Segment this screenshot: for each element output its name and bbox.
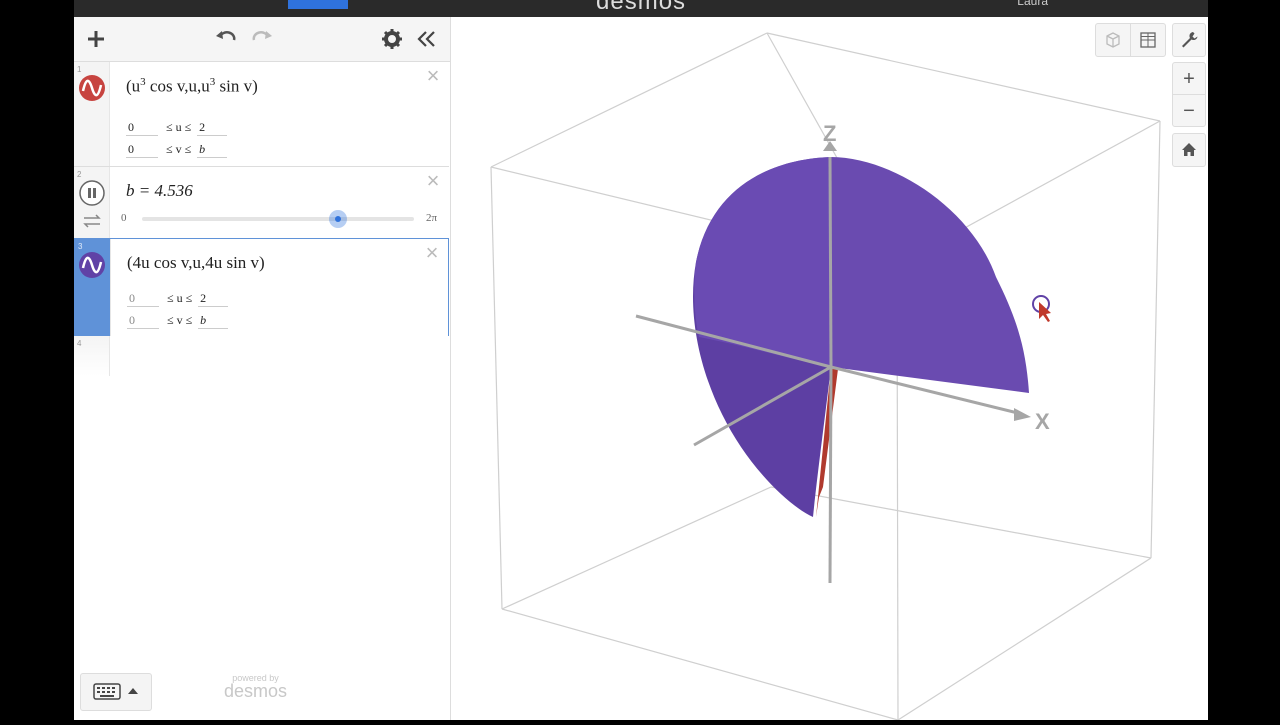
graph-paper-3d[interactable]: Z X + −: [451, 17, 1208, 721]
v-min-input[interactable]: 0: [127, 313, 159, 329]
grid-icon[interactable]: [1130, 23, 1166, 57]
surface-color-icon[interactable]: [78, 74, 106, 102]
slider-formula[interactable]: b = 4.536: [126, 181, 193, 201]
u-max-input[interactable]: 2: [197, 120, 228, 136]
top-bar: desmos Laura: [74, 0, 1208, 17]
cube-icon[interactable]: [1095, 23, 1131, 57]
v-min-input[interactable]: 0: [126, 142, 158, 158]
u-domain: 0 ≤ u ≤2: [126, 120, 235, 136]
plus-icon[interactable]: [82, 25, 110, 53]
expression-formula[interactable]: (4u cos v,u,4u sin v): [127, 253, 265, 273]
v-max-input[interactable]: b: [198, 313, 229, 329]
u-domain: 0 ≤ u ≤2: [127, 291, 236, 307]
expression-row-3[interactable]: 3 (4u cos v,u,4u sin v) 0 ≤ u ≤2 0 ≤ v ≤ b …: [74, 238, 449, 337]
wrench-icon[interactable]: [1172, 23, 1206, 57]
double-chevron-left-icon[interactable]: [412, 25, 440, 53]
slider-handle[interactable]: [329, 210, 348, 228]
x-axis-label: X: [1035, 409, 1050, 434]
expression-row-2[interactable]: 2 b = 4.536 0 2π ×: [74, 167, 449, 239]
expression-gutter: 3: [75, 239, 111, 336]
home-icon[interactable]: [1172, 133, 1206, 167]
u-max-input[interactable]: 2: [198, 291, 229, 307]
expression-toolbar: [74, 17, 450, 62]
gear-icon[interactable]: [378, 25, 406, 53]
close-icon[interactable]: ×: [424, 242, 440, 264]
keyboard-icon: [93, 683, 121, 700]
expression-gutter: 2: [74, 167, 110, 238]
close-icon[interactable]: ×: [425, 65, 441, 87]
slider-track[interactable]: [142, 217, 414, 221]
redo-icon[interactable]: [248, 25, 276, 53]
keyboard-toggle-button[interactable]: [80, 673, 152, 711]
u-min-input[interactable]: 0: [126, 120, 158, 136]
expression-row-4[interactable]: 4: [74, 336, 449, 376]
zoom-in-button[interactable]: +: [1172, 62, 1206, 95]
pause-icon[interactable]: [78, 179, 106, 207]
expression-gutter: 4: [74, 336, 110, 376]
v-domain: 0 ≤ v ≤ b: [127, 313, 236, 329]
surface-color-icon[interactable]: [78, 251, 106, 279]
v-max-input[interactable]: b: [197, 142, 228, 158]
z-axis-label: Z: [823, 121, 836, 146]
graph-canvas[interactable]: Z X: [451, 17, 1208, 721]
desmos-app: 1 (u3 cos v,u,u3 sin v) 0 ≤ u ≤2 0 ≤ v ≤ b …: [74, 17, 1208, 721]
share-button[interactable]: [288, 0, 348, 9]
undo-icon[interactable]: [212, 25, 240, 53]
powered-by-desmos[interactable]: powered by desmos: [224, 673, 287, 702]
zoom-out-button[interactable]: −: [1172, 94, 1206, 127]
slider-max-label[interactable]: 2π: [426, 212, 437, 224]
slider-min-label[interactable]: 0: [121, 212, 127, 224]
expression-gutter: 1: [74, 62, 110, 166]
loop-direction-icon[interactable]: [82, 213, 102, 229]
u-min-input[interactable]: 0: [127, 291, 159, 307]
v-domain: 0 ≤ v ≤ b: [126, 142, 235, 158]
user-name[interactable]: Laura: [1017, 0, 1048, 8]
expression-panel: 1 (u3 cos v,u,u3 sin v) 0 ≤ u ≤2 0 ≤ v ≤ b …: [74, 17, 451, 720]
surface-purple: [831, 157, 1029, 393]
expression-formula[interactable]: (u3 cos v,u,u3 sin v): [126, 76, 258, 97]
close-icon[interactable]: ×: [425, 170, 441, 192]
mouse-cursor: [1032, 295, 1051, 322]
expression-row-1[interactable]: 1 (u3 cos v,u,u3 sin v) 0 ≤ u ≤2 0 ≤ v ≤ b …: [74, 62, 449, 167]
desmos-logo: desmos: [596, 0, 687, 15]
caret-up-icon: [128, 688, 138, 694]
